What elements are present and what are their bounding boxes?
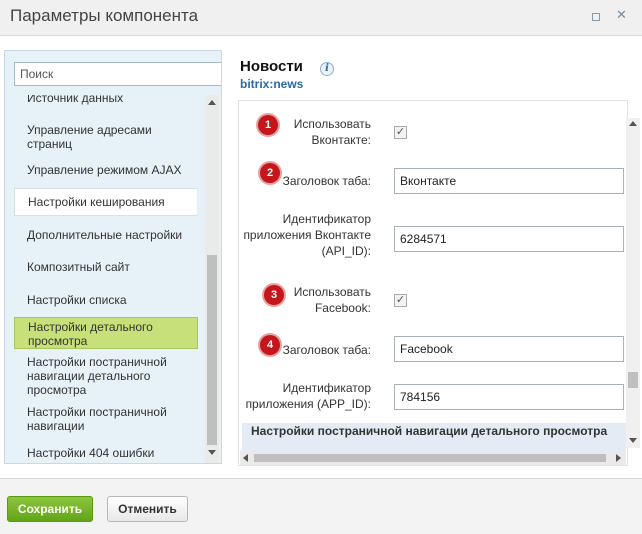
sidebar-item-pagination[interactable]: Настройки постраничной навигации	[14, 405, 198, 433]
field-label-use-vk: Использовать Вконтакте:	[293, 117, 371, 147]
scroll-up-icon[interactable]	[208, 100, 216, 105]
tab-title-fb-input[interactable]: Facebook	[394, 336, 624, 362]
tab-title-vk-input[interactable]: Вконтакте	[394, 168, 624, 194]
sidebar-item-404[interactable]: Настройки 404 ошибки	[14, 446, 198, 460]
sidebar-scroll-thumb[interactable]	[207, 255, 217, 445]
dialog-footer: Сохранить Отменить	[0, 478, 642, 534]
window-title: Параметры компонента	[10, 6, 199, 25]
sidebar-item-additional[interactable]: Дополнительные настройки	[14, 228, 198, 242]
component-code: bitrix:news	[240, 77, 304, 91]
info-icon[interactable]: i	[320, 62, 334, 76]
sidebar-item-data-source[interactable]: Источник данных	[14, 95, 198, 105]
fb-app-id-input[interactable]: 784156	[394, 384, 624, 410]
form-hscroll-thumb[interactable]	[254, 454, 606, 462]
sidebar-item-url-management[interactable]: Управление адресами страниц	[14, 123, 198, 151]
component-title: Новости	[240, 58, 303, 75]
scroll-left-icon[interactable]	[243, 454, 248, 462]
sidebar-item-detail-view[interactable]: Настройки детального просмотра	[14, 317, 198, 349]
form-horizontal-scrollbar[interactable]	[240, 451, 626, 465]
maximize-icon[interactable]	[592, 13, 600, 21]
field-label-vk-api-id: Идентификатор приложения Вконтакте (API_…	[243, 212, 371, 258]
field-label-tab-title-fb: Заголовок таба:	[282, 343, 371, 357]
scroll-down-icon[interactable]	[208, 450, 216, 455]
sidebar-item-ajax-mode[interactable]: Управление режимом AJAX	[14, 163, 198, 177]
close-icon[interactable]: ✕	[616, 8, 627, 21]
window-titlebar: Параметры компонента ✕	[0, 0, 642, 36]
sidebar-item-list-settings[interactable]: Настройки списка	[14, 293, 198, 307]
use-vk-checkbox[interactable]: ✓	[394, 126, 407, 139]
use-fb-checkbox[interactable]: ✓	[394, 294, 407, 307]
form-vertical-scrollbar[interactable]	[626, 118, 640, 448]
form-scroll-thumb[interactable]	[628, 372, 638, 388]
scroll-right-icon[interactable]	[616, 454, 621, 462]
vk-api-id-input[interactable]: 6284571	[394, 226, 624, 252]
sidebar-list: Источник данных Управление адресами стра…	[5, 95, 205, 463]
sidebar-scrollbar[interactable]	[205, 95, 219, 463]
scroll-down-icon[interactable]	[629, 438, 637, 443]
settings-form: 1 Использовать Вконтакте: ✓ 2 Заголовок …	[238, 100, 628, 466]
sidebar-item-composite[interactable]: Композитный сайт	[14, 260, 198, 274]
cancel-button[interactable]: Отменить	[107, 496, 188, 522]
section-heading-detail-pagination[interactable]: Настройки постраничной навигации детальн…	[242, 423, 626, 453]
field-label-tab-title-vk: Заголовок таба:	[282, 174, 371, 188]
scroll-up-icon[interactable]	[629, 121, 637, 126]
save-button[interactable]: Сохранить	[7, 496, 93, 522]
search-input[interactable]: Поиск	[14, 62, 221, 86]
sidebar-panel: Поиск Источник данных Управление адресам…	[4, 50, 222, 464]
field-label-use-fb: Использовать Facebook:	[293, 285, 371, 315]
field-label-fb-app-id: Идентификатор приложения (APP_ID):	[245, 381, 371, 411]
sidebar-item-detail-pagination[interactable]: Настройки постраничной навигации детальн…	[14, 355, 198, 397]
sidebar-item-caching[interactable]: Настройки кеширования	[14, 188, 198, 216]
